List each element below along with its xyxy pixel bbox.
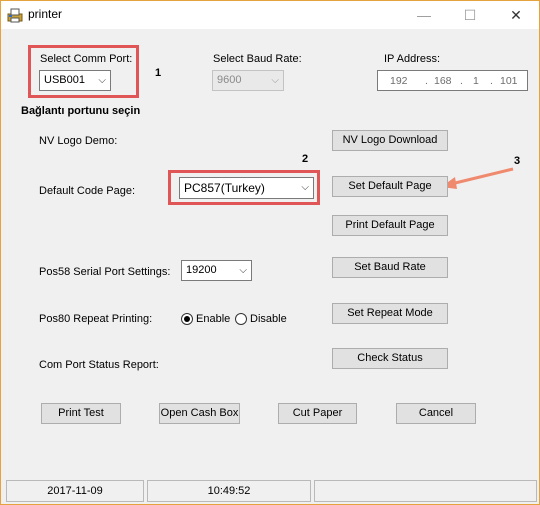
minimize-icon: — (417, 7, 431, 23)
annotation-arrow-icon (441, 167, 514, 189)
code-page-label: Default Code Page: (39, 185, 136, 197)
comm-port-label: Select Comm Port: (40, 53, 133, 65)
open-cash-box-button[interactable]: Open Cash Box (159, 403, 240, 424)
ip-octet-1: 192 (390, 75, 408, 87)
ip-octet-2: 168 (434, 75, 452, 87)
status-report-label: Com Port Status Report: (39, 359, 159, 371)
chevron-down-icon: ⌵ (271, 75, 279, 86)
set-repeat-mode-button[interactable]: Set Repeat Mode (332, 303, 448, 324)
status-date: 2017-11-09 (6, 480, 144, 502)
annotation-number-1: 1 (155, 67, 162, 79)
chevron-down-icon: ⌵ (98, 75, 106, 86)
annotation-number-2: 2 (302, 153, 309, 165)
comm-port-value: USB001 (44, 74, 85, 86)
comm-port-select[interactable]: USB001 ⌵ (39, 70, 111, 91)
radio-selected-icon (184, 316, 190, 322)
baud-rate-select: 9600 ⌵ (212, 70, 284, 91)
ip-separator: . (490, 75, 493, 87)
pos58-baud-select[interactable]: 19200 ⌵ (181, 260, 252, 281)
baud-rate-value: 9600 (217, 74, 242, 86)
status-message (314, 480, 537, 502)
ip-separator: . (425, 75, 428, 87)
comm-port-hint: Bağlantı portunu seçin (21, 105, 141, 117)
ip-separator: . (460, 75, 463, 87)
ip-octet-4: 101 (500, 75, 518, 87)
nv-logo-download-button[interactable]: NV Logo Download (332, 130, 448, 151)
pos58-label: Pos58 Serial Port Settings: (39, 266, 171, 278)
pos80-label: Pos80 Repeat Printing: (39, 313, 153, 325)
window-title: printer (28, 7, 63, 21)
maximize-icon: ☐ (463, 7, 477, 23)
close-button[interactable]: ✕ (493, 1, 539, 29)
printer-window: printer — ☐ ✕ Select Comm Port: USB001 ⌵… (0, 0, 540, 505)
baud-rate-label: Select Baud Rate: (213, 53, 302, 65)
set-baud-rate-button[interactable]: Set Baud Rate (332, 257, 448, 278)
set-default-page-button[interactable]: Set Default Page (332, 176, 448, 197)
chevron-down-icon: ⌵ (301, 182, 309, 193)
check-status-button[interactable]: Check Status (332, 348, 448, 369)
enable-radio-label: Enable (196, 313, 231, 325)
ip-address-field[interactable]: 192 . 168 . 1 . 101 (377, 70, 528, 91)
close-icon: ✕ (510, 7, 522, 23)
printer-app-icon (7, 8, 23, 23)
pos58-baud-value: 19200 (186, 264, 217, 276)
code-page-value: PC857(Turkey) (184, 181, 265, 195)
enable-radio[interactable] (181, 313, 193, 325)
title-bar: printer — ☐ ✕ (1, 1, 539, 29)
disable-radio[interactable] (235, 313, 247, 325)
minimize-button[interactable]: — (401, 1, 447, 29)
cancel-button[interactable]: Cancel (396, 403, 476, 424)
print-default-page-button[interactable]: Print Default Page (332, 215, 448, 236)
ip-octet-3: 1 (473, 75, 479, 87)
print-test-button[interactable]: Print Test (41, 403, 121, 424)
disable-radio-label: Disable (250, 313, 287, 325)
cut-paper-button[interactable]: Cut Paper (278, 403, 357, 424)
chevron-down-icon: ⌵ (239, 265, 247, 276)
code-page-select[interactable]: PC857(Turkey) ⌵ (179, 177, 314, 199)
maximize-button[interactable]: ☐ (447, 1, 493, 29)
status-time: 10:49:52 (147, 480, 311, 502)
ip-address-label: IP Address: (384, 53, 441, 65)
nv-logo-label: NV Logo Demo: (39, 135, 118, 147)
